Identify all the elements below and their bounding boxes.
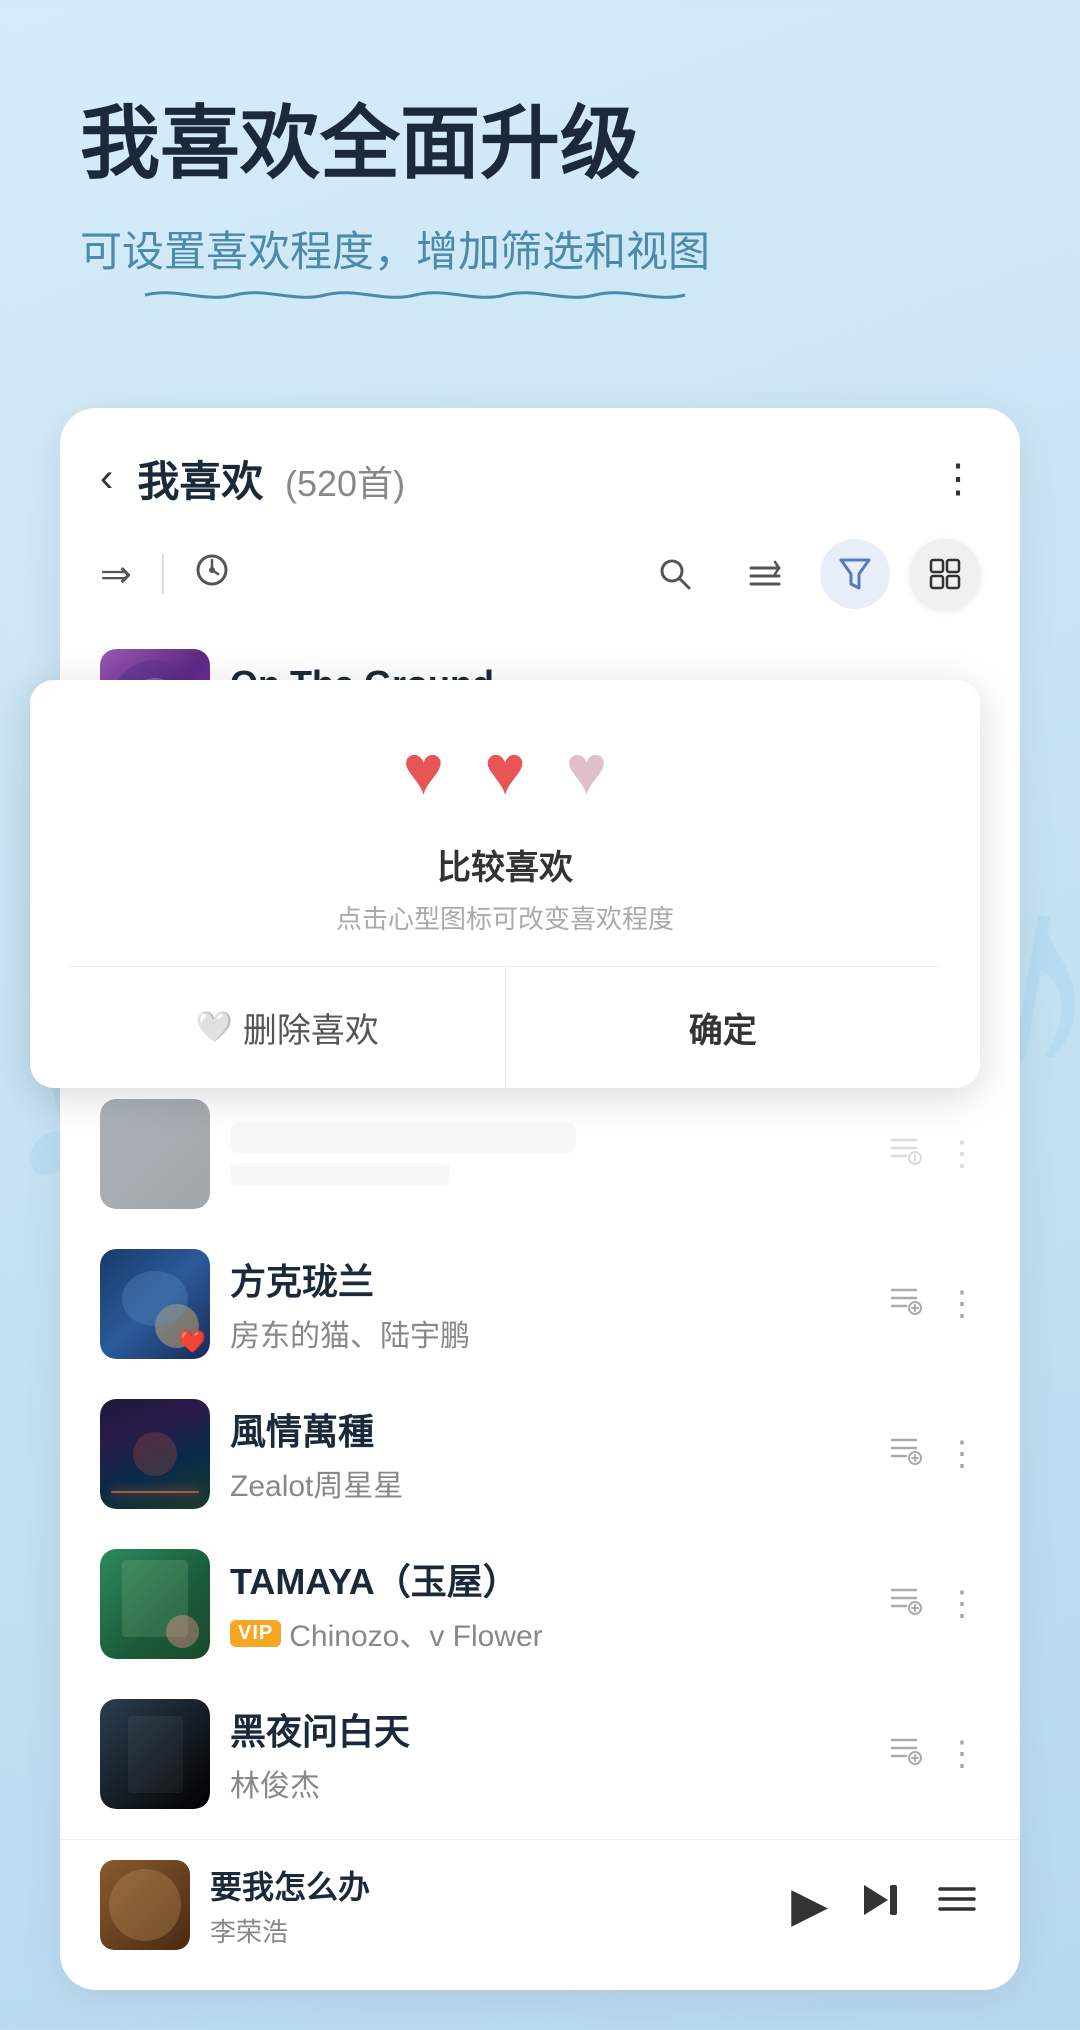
player-next-button[interactable] bbox=[858, 1877, 904, 1934]
page-title: 我喜欢全面升级 bbox=[80, 100, 1000, 188]
player-info: 要我怎么办 李荣浩 bbox=[210, 1862, 771, 1949]
card-title: 我喜欢 (520首) bbox=[137, 448, 405, 509]
wave-decoration bbox=[80, 287, 710, 308]
card-header-left: ‹ 我喜欢 (520首) bbox=[100, 448, 405, 509]
card-more-button[interactable]: ⋮ bbox=[938, 456, 980, 502]
song-info-5: 方克珑兰 房东的猫、陆宇鹏 bbox=[230, 1253, 859, 1355]
song-artist-6: Zealot周星星 bbox=[230, 1461, 403, 1505]
grid-view-button[interactable] bbox=[910, 539, 980, 609]
song-artist-row-4 bbox=[230, 1163, 859, 1185]
player-play-button[interactable]: ▶ bbox=[791, 1877, 828, 1933]
more-song-button-5[interactable]: ⋮ bbox=[945, 1284, 980, 1324]
player-playlist-button[interactable] bbox=[934, 1877, 980, 1934]
song-actions-5: ⋮ bbox=[879, 1282, 980, 1327]
heart-level-3[interactable]: ♥ bbox=[566, 730, 608, 810]
player-artist: 李荣浩 bbox=[210, 1912, 771, 1949]
song-actions-4: ⋮ bbox=[879, 1132, 980, 1177]
play-all-button[interactable]: ⇒ bbox=[100, 552, 132, 597]
player-bar: 要我怎么办 李荣浩 ▶ bbox=[60, 1839, 1020, 1970]
song-item-8[interactable]: 黑夜问白天 林俊杰 ⋮ bbox=[90, 1679, 990, 1829]
song-info-8: 黑夜问白天 林俊杰 bbox=[230, 1703, 859, 1805]
popup-preference-label: 比较喜欢 bbox=[70, 840, 940, 889]
header-area: 我喜欢全面升级 可设置喜欢程度，增加筛选和视图 bbox=[0, 0, 1080, 368]
subtitle-wrapper: 可设置喜欢程度，增加筛选和视图 bbox=[80, 218, 710, 308]
vip-badge-7: VIP bbox=[230, 1620, 281, 1647]
more-song-button-6[interactable]: ⋮ bbox=[945, 1434, 980, 1474]
song-artist-row-8: 林俊杰 bbox=[230, 1761, 859, 1805]
heart-level-1[interactable]: ♥ bbox=[403, 730, 445, 810]
song-artist-row-6: Zealot周星星 bbox=[230, 1461, 859, 1505]
popup-actions: 🤍 删除喜欢 确定 bbox=[70, 966, 940, 1088]
song-thumb-7 bbox=[100, 1549, 210, 1659]
song-name-5: 方克珑兰 bbox=[230, 1253, 859, 1305]
song-thumb-4 bbox=[100, 1099, 210, 1209]
song-artist-row-5: 房东的猫、陆宇鹏 bbox=[230, 1311, 859, 1355]
heart-badge-5: ❤️ bbox=[179, 1329, 206, 1355]
song-item-6[interactable]: 風情萬種 Zealot周星星 ⋮ bbox=[90, 1379, 990, 1529]
player-controls: ▶ bbox=[791, 1877, 980, 1934]
back-button[interactable]: ‹ bbox=[100, 456, 113, 501]
song-name-8: 黑夜问白天 bbox=[230, 1703, 859, 1755]
song-name-4 bbox=[230, 1123, 576, 1153]
toolbar-left: ⇒ bbox=[100, 552, 620, 597]
heart-delete-icon: 🤍 bbox=[196, 1010, 233, 1045]
song-thumb-8 bbox=[100, 1699, 210, 1809]
heart-level-2[interactable]: ♥ bbox=[484, 730, 526, 810]
main-card: ‹ 我喜欢 (520首) ⋮ ⇒ bbox=[60, 408, 1020, 1990]
page-subtitle: 可设置喜欢程度，增加筛选和视图 bbox=[80, 218, 710, 279]
song-actions-8: ⋮ bbox=[879, 1732, 980, 1777]
song-actions-7: ⋮ bbox=[879, 1582, 980, 1627]
filter-button[interactable] bbox=[820, 539, 890, 609]
add-to-playlist-button-7[interactable] bbox=[879, 1582, 929, 1627]
heart-preference-popup: ♥ ♥ ♥ 比较喜欢 点击心型图标可改变喜欢程度 🤍 删除喜欢 确定 bbox=[30, 680, 980, 1088]
more-song-button-7[interactable]: ⋮ bbox=[945, 1584, 980, 1624]
delete-like-button[interactable]: 🤍 删除喜欢 bbox=[70, 967, 506, 1088]
confirm-button[interactable]: 确定 bbox=[506, 967, 941, 1088]
player-song-name: 要我怎么办 bbox=[210, 1862, 771, 1908]
toolbar-divider bbox=[162, 554, 164, 594]
more-song-button-8[interactable]: ⋮ bbox=[945, 1734, 980, 1774]
song-thumb-5: ❤️ bbox=[100, 1249, 210, 1359]
add-to-playlist-button-4[interactable] bbox=[879, 1132, 929, 1177]
song-item-4[interactable]: ⋮ bbox=[90, 1079, 990, 1229]
toolbar-right bbox=[640, 539, 980, 609]
song-artist-row-7: VIP Chinozo、v Flower bbox=[230, 1611, 859, 1655]
song-actions-6: ⋮ bbox=[879, 1432, 980, 1477]
song-info-6: 風情萬種 Zealot周星星 bbox=[230, 1403, 859, 1505]
song-info-7: TAMAYA（玉屋） VIP Chinozo、v Flower bbox=[230, 1553, 859, 1655]
search-button[interactable] bbox=[640, 539, 710, 609]
song-artist-5: 房东的猫、陆宇鹏 bbox=[230, 1311, 470, 1355]
add-to-playlist-button-6[interactable] bbox=[879, 1432, 929, 1477]
song-thumb-6 bbox=[100, 1399, 210, 1509]
add-to-playlist-button-8[interactable] bbox=[879, 1732, 929, 1777]
player-thumb bbox=[100, 1860, 190, 1950]
card-header: ‹ 我喜欢 (520首) ⋮ bbox=[60, 408, 1020, 529]
song-item-7[interactable]: TAMAYA（玉屋） VIP Chinozo、v Flower ⋮ bbox=[90, 1529, 990, 1679]
more-song-button-4[interactable]: ⋮ bbox=[945, 1134, 980, 1174]
add-to-playlist-button-5[interactable] bbox=[879, 1282, 929, 1327]
song-info-4 bbox=[230, 1123, 859, 1185]
song-name-7: TAMAYA（玉屋） bbox=[230, 1553, 859, 1605]
history-button[interactable] bbox=[194, 552, 230, 597]
song-name-6: 風情萬種 bbox=[230, 1403, 859, 1455]
heart-selector: ♥ ♥ ♥ bbox=[70, 730, 940, 810]
toolbar: ⇒ bbox=[60, 529, 1020, 629]
song-artist-8: 林俊杰 bbox=[230, 1761, 320, 1805]
sort-button[interactable] bbox=[730, 539, 800, 609]
song-artist-7: Chinozo、v Flower bbox=[289, 1611, 542, 1655]
song-item-5[interactable]: ❤️ 方克珑兰 房东的猫、陆宇鹏 ⋮ bbox=[90, 1229, 990, 1379]
popup-hint: 点击心型图标可改变喜欢程度 bbox=[70, 899, 940, 936]
